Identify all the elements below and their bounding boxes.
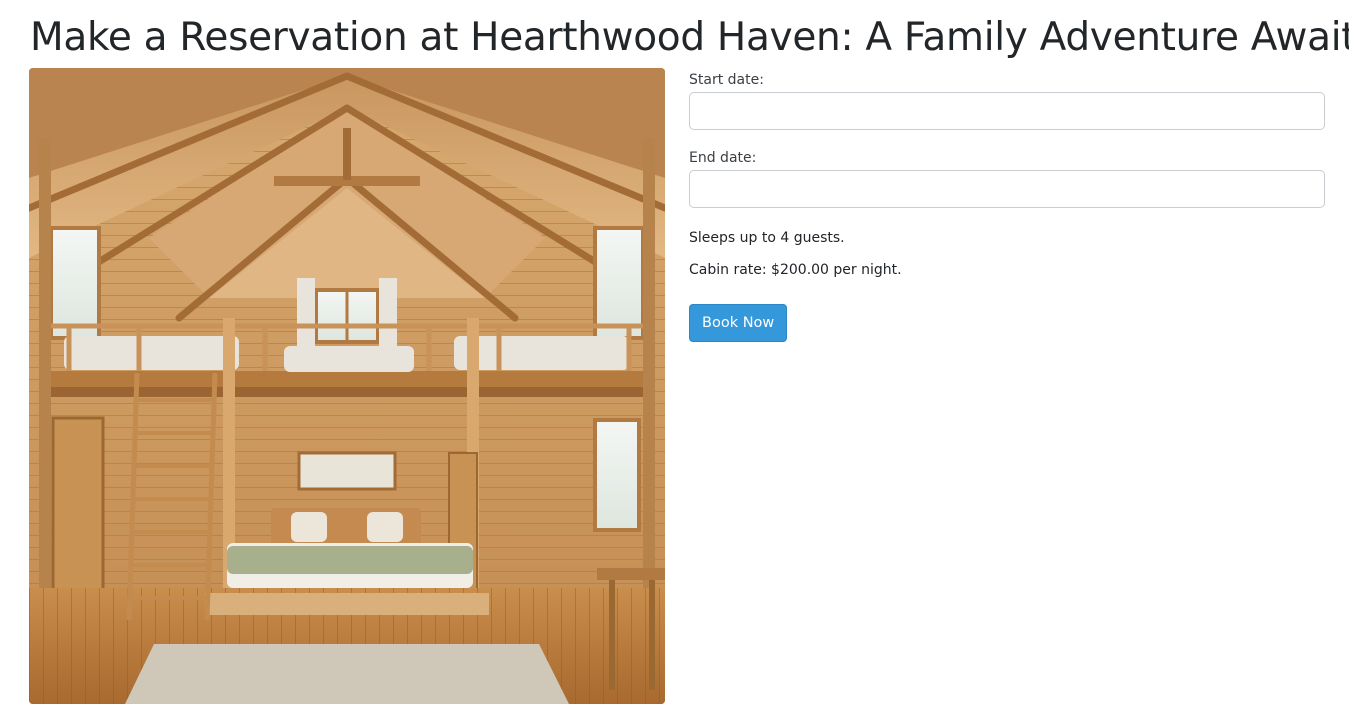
end-date-label: End date:	[689, 150, 757, 166]
book-now-button[interactable]: Book Now	[689, 304, 788, 342]
start-date-label: Start date:	[689, 72, 764, 88]
cabin-image	[29, 68, 665, 704]
start-date-input[interactable]	[689, 92, 1325, 130]
end-date-input[interactable]	[689, 170, 1325, 208]
rate-text: Cabin rate: $200.00 per night.	[689, 262, 902, 278]
cabin-interior-illustration	[29, 68, 665, 704]
reservation-form: Start date: End date: Sleeps up to 4 gue…	[689, 70, 1325, 342]
capacity-text: Sleeps up to 4 guests.	[689, 230, 845, 246]
page-title: Make a Reservation at Hearthwood Haven: …	[30, 15, 1349, 60]
